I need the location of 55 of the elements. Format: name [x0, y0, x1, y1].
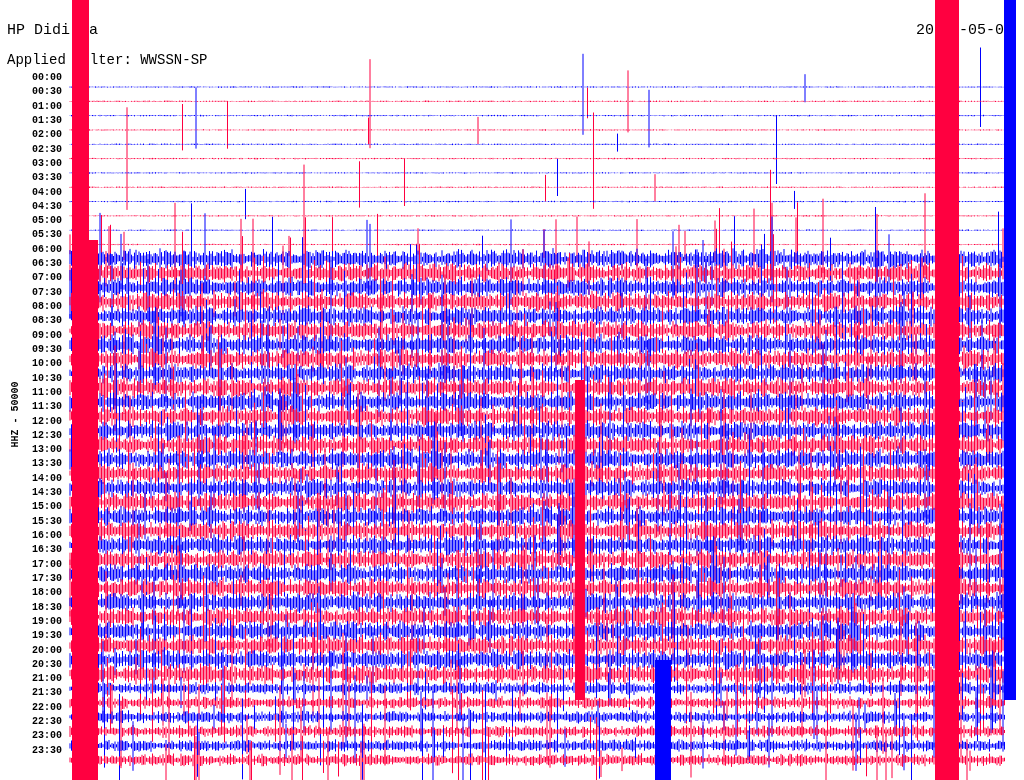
time-label: 09:30: [31, 342, 62, 357]
time-label: 02:30: [31, 142, 62, 157]
time-label: 07:30: [31, 285, 62, 300]
time-label: 07:00: [31, 271, 62, 286]
time-label: 00:30: [31, 85, 62, 100]
time-label: 19:00: [31, 614, 62, 629]
time-label: 20:00: [31, 643, 62, 658]
time-label: 22:00: [31, 700, 62, 715]
time-label: 10:30: [31, 371, 62, 386]
time-label: 06:00: [31, 242, 62, 257]
time-label: 06:30: [31, 257, 62, 272]
filter-text: Applied: [7, 52, 66, 68]
time-label: 22:30: [31, 715, 62, 730]
time-label: 15:00: [31, 500, 62, 515]
time-label: 16:00: [31, 529, 62, 543]
time-label: 18:30: [31, 600, 62, 615]
time-label: 16:30: [31, 543, 62, 558]
time-label: 04:30: [31, 199, 62, 214]
time-label: 17:00: [31, 557, 62, 572]
time-label: 21:00: [31, 672, 62, 687]
time-label: 00:00: [31, 71, 62, 85]
time-label: 02:00: [31, 128, 62, 143]
time-label: 23:30: [31, 743, 62, 758]
time-label: 10:00: [31, 357, 62, 372]
time-label: 09:00: [31, 328, 62, 343]
time-label: 08:30: [31, 314, 62, 329]
time-label: 12:00: [31, 414, 62, 429]
channel-label: HHZ - 50000: [9, 381, 21, 448]
station-title: a: [89, 21, 99, 39]
time-label: 05:30: [31, 228, 62, 243]
time-label: 21:30: [31, 686, 62, 701]
time-label: 01:30: [31, 113, 62, 128]
date-text: 20: [915, 21, 934, 39]
time-label: 11:00: [31, 385, 62, 400]
time-label: 23:00: [31, 729, 62, 744]
time-label: 15:30: [31, 514, 62, 529]
time-label: 01:00: [31, 99, 62, 114]
time-label: 04:00: [31, 185, 62, 200]
time-label: 13:30: [31, 457, 62, 472]
date-text: -05-0: [959, 21, 1004, 39]
time-label: 03:00: [31, 156, 62, 171]
time-label: 11:30: [31, 400, 62, 415]
time-label: 17:30: [31, 571, 62, 586]
time-label: 03:30: [31, 171, 62, 186]
time-label: 14:30: [31, 486, 62, 501]
time-label: 12:30: [31, 428, 62, 443]
time-label: 14:00: [31, 471, 62, 486]
time-label: 13:00: [31, 443, 62, 458]
time-label: 18:00: [31, 586, 62, 601]
time-label: 20:30: [31, 657, 62, 672]
station-title: HP Didi: [7, 21, 70, 39]
time-label: 19:30: [31, 629, 62, 644]
time-label: 05:00: [31, 214, 62, 229]
time-label: 08:00: [31, 300, 62, 314]
filter-text: lter: WWSSN-SP: [89, 52, 208, 68]
